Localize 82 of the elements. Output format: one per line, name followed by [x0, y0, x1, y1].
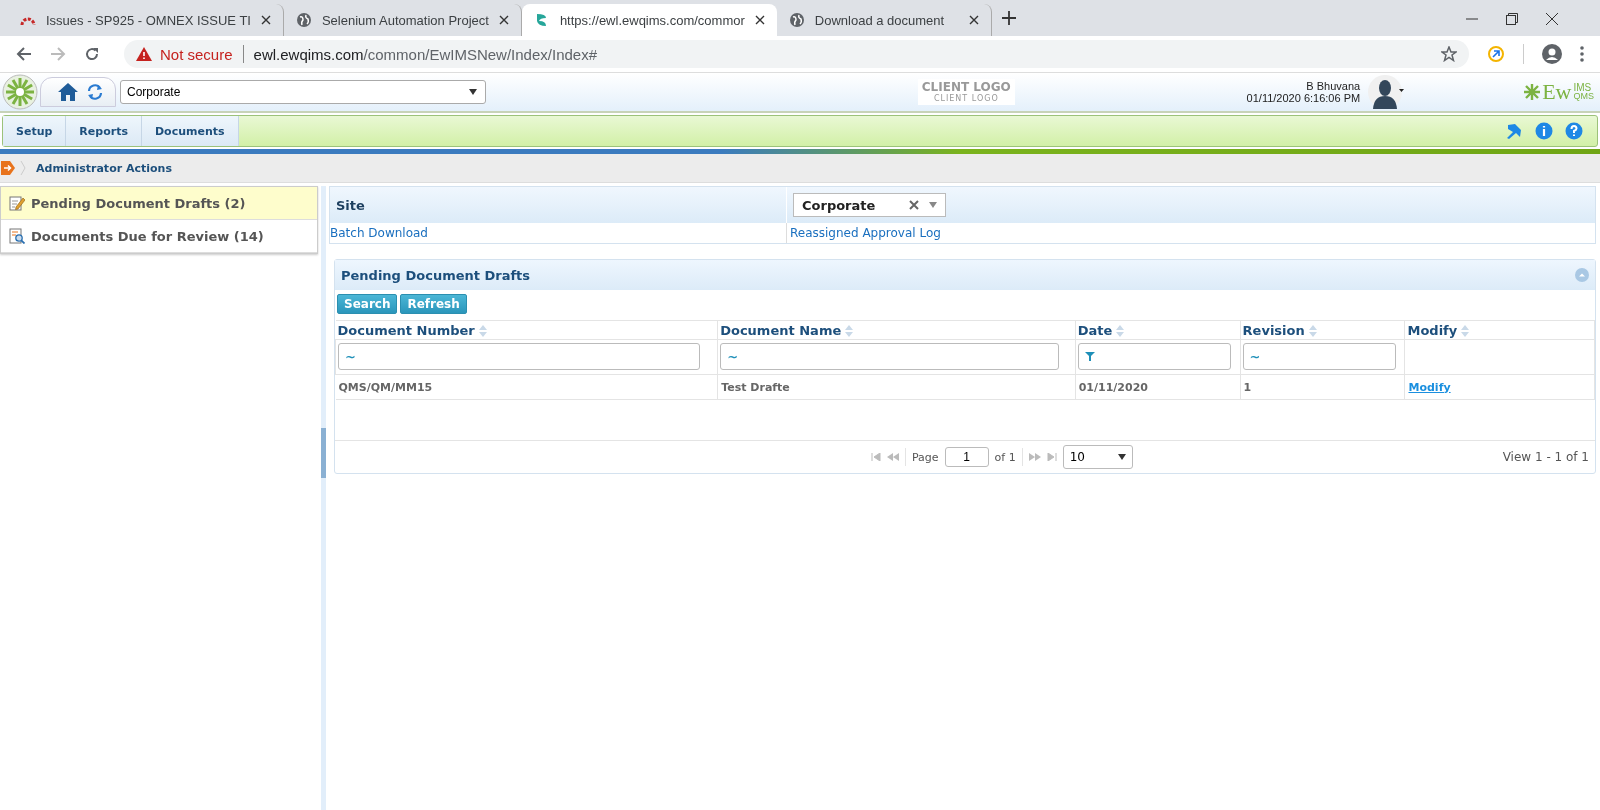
column-header[interactable]: Document Number — [335, 320, 718, 340]
back-arrow-icon[interactable] — [16, 46, 32, 62]
dropdown-arrow-icon — [929, 202, 937, 208]
account-icon[interactable] — [1542, 44, 1562, 64]
restore-icon[interactable] — [1506, 13, 1518, 25]
filter-field[interactable]: ~ — [1242, 342, 1397, 370]
table-cell: 1 — [1240, 374, 1405, 400]
url-text: ewl.ewqims.com/common/EwIMSNew/Index/Index# — [253, 45, 597, 63]
breadcrumb-item[interactable]: Administrator Actions — [36, 161, 172, 175]
document-search-icon — [9, 228, 25, 244]
sort-icon — [478, 324, 487, 337]
link[interactable]: Reassigned Approval Log — [790, 226, 941, 240]
table-cell: 01/11/2020 — [1075, 374, 1241, 400]
tab-title: Selenium Automation Project — [321, 12, 489, 28]
browser-tab[interactable]: Download a document — [776, 4, 992, 36]
help-icon[interactable] — [1565, 122, 1583, 140]
sidebar-item[interactable]: Pending Document Drafts (2) — [1, 187, 317, 220]
site-select[interactable]: Corporate — [793, 193, 946, 217]
user-avatar-icon[interactable] — [1366, 75, 1405, 109]
security-warning: Not secure — [160, 45, 233, 63]
close-icon[interactable] — [1546, 13, 1558, 25]
warning-icon — [136, 47, 152, 61]
edit-document-icon — [9, 195, 25, 211]
snowflake-icon — [1524, 84, 1541, 100]
close-icon[interactable] — [754, 15, 765, 25]
sidebar-item[interactable]: Documents Due for Review (14) — [1, 220, 317, 253]
menu-item[interactable]: Reports — [66, 116, 142, 146]
close-icon[interactable] — [498, 15, 509, 25]
site-dropdown[interactable]: Corporate — [120, 80, 486, 104]
filter-field[interactable] — [1077, 342, 1232, 370]
table-cell: Test Drafte — [717, 374, 1076, 400]
document-arrow-icon — [0, 160, 16, 176]
sort-icon — [1116, 324, 1125, 337]
reload-icon[interactable] — [84, 46, 100, 62]
home-icon[interactable] — [57, 82, 79, 102]
tab-title: Download a document — [814, 12, 946, 28]
page-size-select[interactable]: 10 — [1062, 445, 1133, 469]
globe-icon — [788, 12, 805, 28]
menu-item[interactable]: Documents — [141, 116, 239, 146]
page-count: of 1 — [994, 450, 1016, 464]
column-header[interactable]: Revision — [1240, 320, 1405, 340]
record-count: View 1 - 1 of 1 — [1502, 450, 1589, 464]
close-icon[interactable] — [260, 15, 271, 25]
extension-icon[interactable] — [1487, 45, 1505, 63]
sort-icon — [1461, 324, 1470, 337]
column-header[interactable]: Document Name — [717, 320, 1076, 340]
dropdown-arrow-icon — [469, 89, 477, 95]
refresh-icon[interactable] — [87, 84, 103, 100]
sort-icon — [1308, 324, 1317, 337]
user-name: B Bhuvana — [1306, 80, 1361, 92]
new-tab-icon[interactable] — [1001, 11, 1016, 25]
tab-title: Issues - SP925 - OMNEX ISSUE TI — [46, 12, 251, 28]
chevron-icon — [20, 160, 26, 176]
page-input[interactable]: 1 — [944, 447, 989, 467]
column-header[interactable]: Modify — [1405, 320, 1595, 340]
funnel-icon — [1084, 351, 1095, 361]
more-menu-icon[interactable] — [1580, 46, 1584, 62]
sunburst-logo-icon — [2, 74, 38, 110]
browser-tab[interactable]: Selenium Automation Project — [283, 4, 522, 36]
filter-field[interactable]: ~ — [720, 342, 1059, 370]
clear-icon[interactable] — [909, 200, 919, 210]
splitter-handle[interactable] — [321, 428, 326, 478]
browser-tab[interactable]: https://ewl.ewqims.com/commor — [521, 4, 777, 36]
close-icon[interactable] — [968, 15, 979, 25]
tab-title: https://ewl.ewqims.com/commor — [559, 12, 745, 28]
panel-title: Pending Document Drafts — [341, 267, 531, 283]
globe-icon — [295, 12, 312, 28]
filter-field[interactable]: ~ — [338, 342, 701, 370]
page-label: Page — [911, 450, 939, 464]
client-logo: CLIENT LOGO CLIENT LOGO — [917, 79, 1015, 105]
browser-tab[interactable]: Issues - SP925 - OMNEX ISSUE TI — [8, 4, 284, 36]
column-header[interactable]: Date — [1075, 320, 1241, 340]
dropdown-arrow-icon — [1117, 454, 1126, 460]
address-bar[interactable]: Not secure ewl.ewqims.com/common/EwIMSNew/Index/Index# — [124, 40, 1469, 68]
date-time: 01/11/2020 6:16:06 PM — [1246, 92, 1361, 104]
info-icon[interactable] — [1535, 122, 1553, 140]
sort-icon — [845, 324, 854, 337]
link[interactable]: Batch Download — [330, 226, 428, 240]
menu-item[interactable]: Setup — [3, 116, 67, 146]
field-label: Site — [336, 197, 365, 213]
table-cell: QMS/QM/MM15 — [335, 374, 718, 400]
star-icon[interactable] — [1441, 46, 1457, 62]
